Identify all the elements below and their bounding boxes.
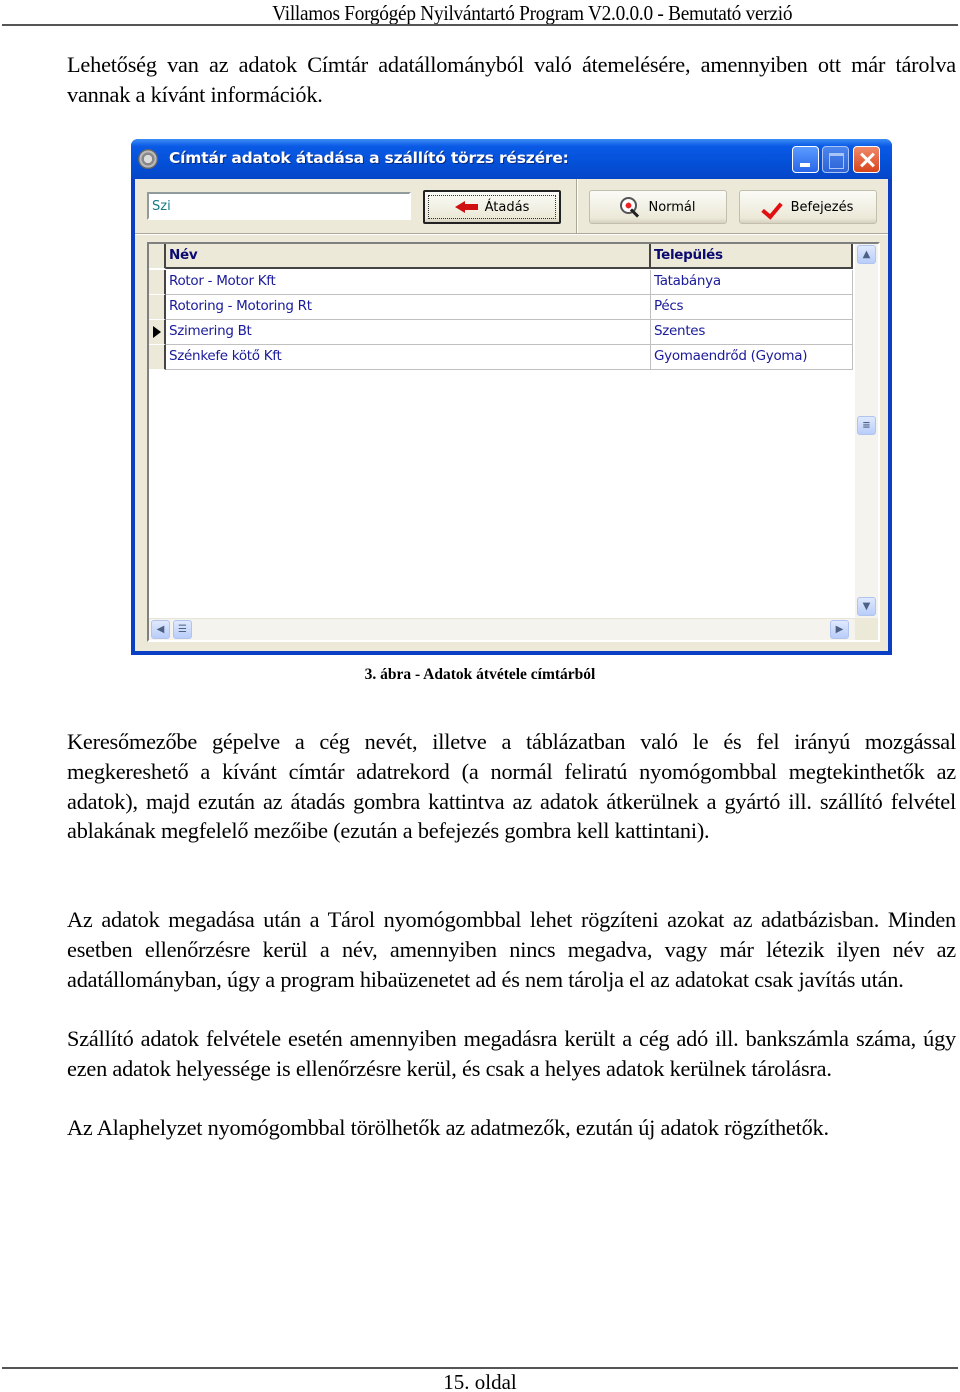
data-grid: Név Település Rotor - Motor Kft Tatabány… [147,242,880,642]
scroll-right-icon[interactable]: ▶ [830,620,849,639]
cell-name[interactable]: Szimering Bt [166,320,651,345]
header-rule [2,24,958,26]
scroll-left-icon[interactable]: ◀ [151,620,170,639]
checkmark-icon [763,197,785,217]
cell-city[interactable]: Tatabánya [651,270,853,295]
body-paragraph: Az adatok megadása után a Tárol nyomógom… [67,907,956,992]
page-header: Villamos Forgógép Nyilvántartó Program V… [0,0,960,26]
cell-city[interactable]: Gyomaendrőd (Gyoma) [651,345,853,370]
header-indicator [149,244,166,269]
table-row-current[interactable]: Szimering Bt Szentes [149,320,855,345]
normal-button[interactable]: Normál [589,190,727,224]
table-row[interactable]: Rotor - Motor Kft Tatabánya [149,270,855,295]
scroll-down-icon[interactable]: ▼ [857,597,876,616]
table-row[interactable]: Szénkefe kötő Kft Gyomaendrőd (Gyoma) [149,345,855,370]
scroll-up-icon[interactable]: ▲ [857,245,876,264]
minimize-icon[interactable] [792,146,819,173]
scroll-thumb-horizontal[interactable]: ☰ [173,620,192,639]
column-header-city[interactable]: Település [651,244,853,269]
body-paragraph: Keresőmezőbe gépelve a cég nevét, illetv… [67,729,956,844]
magnifier-icon [620,197,642,217]
grid-header: Név Település [149,244,855,270]
document-title: Villamos Forgógép Nyilvántartó Program V… [271,1,792,25]
window-body: Átadás Normál Befejezés Név Település Ro… [135,179,888,651]
window-title-bar[interactable]: Címtár adatok átadása a szállító törzs r… [131,139,892,179]
scrollbar-corner [855,618,878,640]
body-paragraph: Az Alaphelyzet nyomógombbal törölhetők a… [67,1115,829,1140]
arrow-left-icon [454,201,479,213]
figure-caption: 3. ábra - Adatok átvétele címtárból [364,666,596,683]
close-icon[interactable] [853,146,880,173]
row-indicator[interactable] [149,295,166,320]
horizontal-scrollbar[interactable]: ◀ ☰ ▶ [149,618,855,640]
dialog-window: Címtár adatok átadása a szállító törzs r… [131,139,892,655]
row-indicator[interactable] [149,320,166,345]
finish-button-label: Befejezés [790,199,854,215]
vertical-scrollbar[interactable]: ▲ ≡ ▼ [855,244,878,618]
transfer-button[interactable]: Átadás [423,190,561,224]
cell-name[interactable]: Rotor - Motor Kft [166,270,651,295]
cell-name[interactable]: Szénkefe kötő Kft [166,345,651,370]
footer-rule [2,1367,958,1369]
toolbar-separator [576,179,578,233]
cell-city[interactable]: Pécs [651,295,853,320]
scroll-thumb-vertical[interactable]: ≡ [857,416,876,435]
row-indicator[interactable] [149,345,166,370]
finish-button[interactable]: Befejezés [739,190,877,224]
transfer-button-label: Átadás [484,199,530,215]
intro-paragraph: Lehetőség van az adatok Címtár adatállom… [67,52,956,107]
row-indicator[interactable] [149,270,166,295]
toolbar-divider [135,233,888,235]
body-paragraph: Szállító adatok felvétele esetén amennyi… [67,1026,956,1081]
maximize-icon[interactable] [822,146,849,173]
table-row[interactable]: Rotoring - Motoring Rt Pécs [149,295,855,320]
gear-icon[interactable] [138,149,158,169]
window-title: Címtár adatok átadása a szállító törzs r… [169,149,569,167]
cell-name[interactable]: Rotoring - Motoring Rt [166,295,651,320]
page-number: 15. oldal [443,1370,517,1392]
normal-button-label: Normál [648,199,696,215]
cell-city[interactable]: Szentes [651,320,853,345]
search-input[interactable] [147,192,411,220]
current-row-pointer-icon [153,326,161,338]
column-header-name[interactable]: Név [166,244,651,269]
